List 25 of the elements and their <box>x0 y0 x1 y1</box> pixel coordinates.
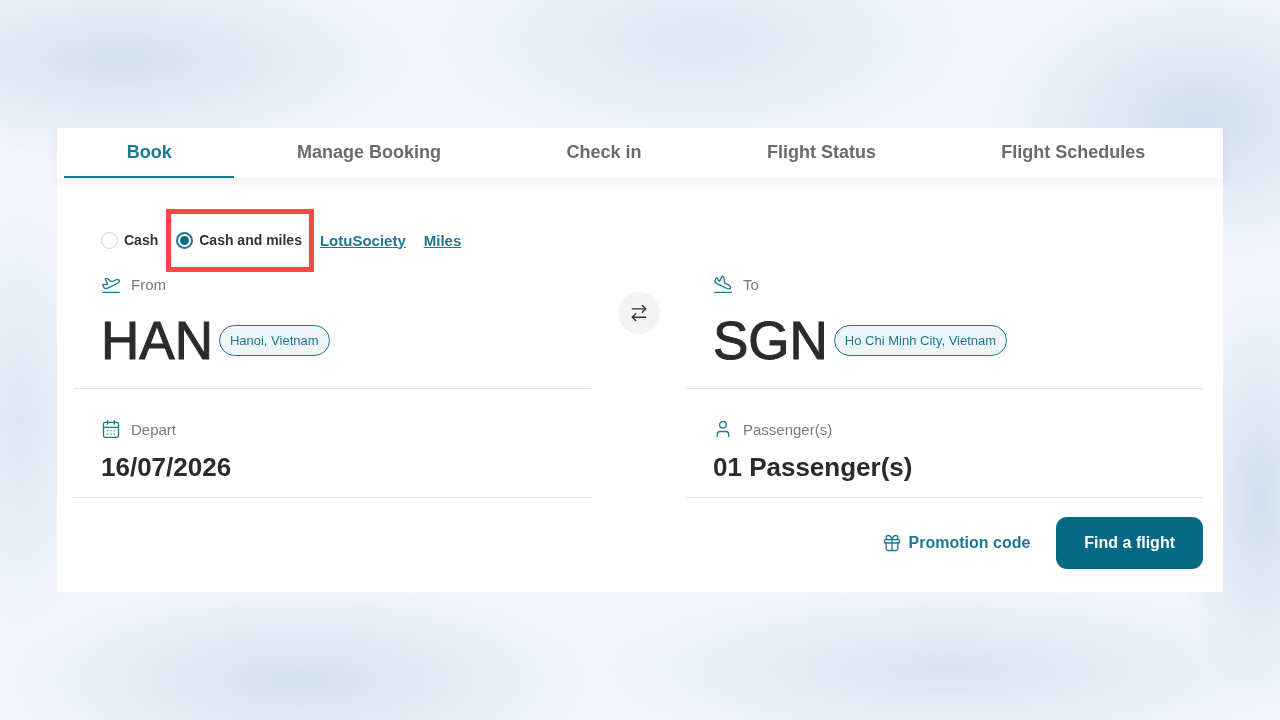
field-label: Depart <box>131 420 177 438</box>
fare-link[interactable]: LotuSociety <box>319 231 406 249</box>
city-chip: Hanoi, Vietnam <box>218 324 330 356</box>
fare-link[interactable]: Miles <box>423 231 462 249</box>
find-flight-button[interactable]: Find a flight <box>1056 517 1203 569</box>
city-chip: Ho Chi Minh City, Vietnam <box>833 324 1008 356</box>
tab[interactable]: Book <box>64 128 235 178</box>
airport-code[interactable]: SGN <box>713 310 828 372</box>
field-label: To <box>743 275 759 293</box>
radio-button[interactable] <box>176 231 194 249</box>
calendar-icon <box>101 419 121 439</box>
tab[interactable]: Check in <box>503 128 705 178</box>
field-label: From <box>131 275 166 293</box>
promotion-code-link[interactable]: Promotion code <box>881 533 1031 553</box>
tab[interactable]: Manage Booking <box>234 128 504 178</box>
airport-code[interactable]: HAN <box>101 310 213 372</box>
field-label: Passenger(s) <box>743 420 833 438</box>
field-value[interactable]: 01 Passenger(s) <box>713 451 1176 483</box>
tab[interactable]: Flight Schedules <box>938 128 1209 178</box>
radio-label[interactable]: Cash and miles <box>199 232 302 248</box>
tab[interactable]: Flight Status <box>704 128 939 178</box>
radio-label[interactable]: Cash <box>124 232 159 248</box>
plane-landing-icon <box>713 274 733 294</box>
field-value[interactable]: 16/07/2026 <box>101 451 564 483</box>
gift-icon <box>881 533 902 553</box>
